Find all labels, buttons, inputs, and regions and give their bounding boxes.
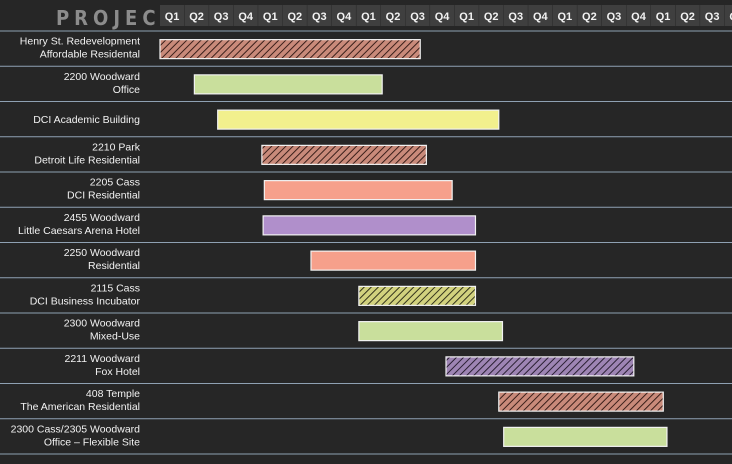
timeline-bar — [261, 144, 427, 165]
quarter-label: Q1 — [558, 11, 573, 23]
quarter-label: Q4 — [533, 11, 549, 23]
project-label: Detroit Life Residential — [34, 154, 140, 166]
timeline-bar — [262, 215, 477, 236]
project-label: Affordable Residental — [40, 49, 140, 61]
quarter-label: Q3 — [508, 11, 523, 23]
timeline-bar — [358, 285, 477, 306]
quarter-label: Q1 — [459, 11, 474, 23]
quarter-label: Q4 — [238, 11, 254, 23]
quarter-label: Q3 — [705, 11, 720, 23]
timeline-bar — [217, 109, 500, 130]
project-label: 2200 Woodward — [64, 71, 140, 83]
quarter-label: Q1 — [165, 11, 180, 23]
quarter-label: Q2 — [189, 11, 204, 23]
quarter-label: Q2 — [582, 11, 597, 23]
project-label: Office — [113, 84, 140, 96]
quarter-label: Q3 — [214, 11, 229, 23]
timeline-bar — [159, 39, 421, 60]
quarter-label: Q3 — [607, 11, 622, 23]
project-label: 2300 Cass/2305 Woodward — [11, 423, 141, 435]
project-label: Little Caesars Arena Hotel — [18, 225, 140, 237]
quarter-label: Q3 — [410, 11, 425, 23]
quarter-label: Q4 — [337, 11, 353, 23]
quarter-label: Q4 — [631, 11, 647, 23]
project-label: 2300 Woodward — [64, 318, 140, 330]
timeline-bar — [358, 321, 504, 342]
project-label: Mixed-Use — [90, 331, 140, 343]
project-label: Office – Flexible Site — [44, 436, 140, 448]
timeline-bar — [503, 426, 668, 447]
project-label: 2211 Woodward — [65, 353, 141, 365]
gantt-chart: PROJECT Q1 Q2 Q3 Q4 Q1 Q2 Q3 Q4 Q1 Q2 Q3 Q4 Q1 Q2 Q3 Q4… — [0, 5, 732, 455]
quarter-label: Q1 — [656, 11, 671, 23]
timeline-bar — [498, 391, 664, 412]
quarter-label: Q1 — [263, 11, 278, 23]
project-label: Residential — [88, 260, 140, 272]
quarter-label: Q4 — [435, 11, 451, 23]
project-label: Henry St. Redevelopment — [20, 36, 140, 48]
project-label: 2250 Woodward — [64, 247, 140, 259]
quarter-label: Q2 — [386, 11, 401, 23]
project-label: 408 Temple — [86, 388, 140, 400]
quarter-label: Q3 — [312, 11, 327, 23]
project-header: PROJECT — [56, 6, 178, 30]
project-label: DCI Academic Building — [33, 114, 140, 126]
quarter-label: Q2 — [287, 11, 302, 23]
project-label: 2455 Woodward — [64, 212, 140, 224]
project-label: 2210 Park — [92, 141, 141, 153]
quarter-label: Q2 — [484, 11, 499, 23]
project-label: DCI Residential — [67, 190, 140, 202]
timeline-bar — [263, 180, 453, 201]
quarter-label: Q1 — [361, 11, 376, 23]
project-label: The American Residential — [20, 401, 140, 413]
project-label: 2115 Cass — [91, 282, 140, 294]
project-label: DCI Business Incubator — [30, 295, 141, 307]
timeline-bar — [193, 74, 383, 95]
quarter-label: Q2 — [680, 11, 695, 23]
project-label: 2205 Cass — [90, 177, 140, 189]
timeline-bar — [445, 356, 635, 377]
timeline-bar — [310, 250, 477, 271]
project-label: Fox Hotel — [95, 366, 140, 378]
